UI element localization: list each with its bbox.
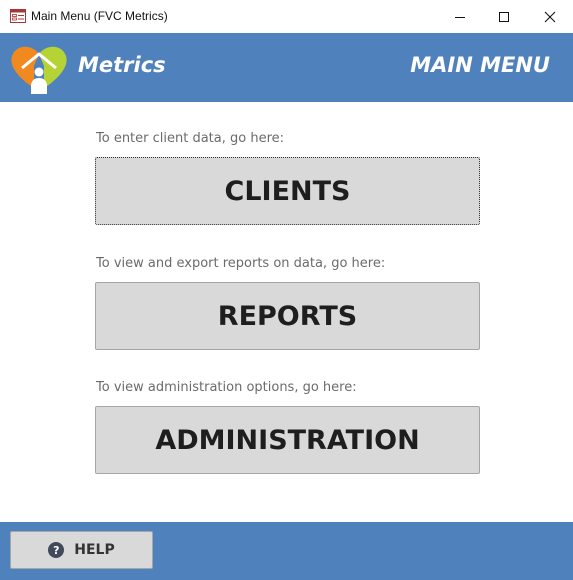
clients-prompt: To enter client data, go here:	[96, 131, 285, 146]
help-button[interactable]: ? HELP	[10, 531, 153, 569]
header-bar: Metrics MAIN MENU	[0, 33, 573, 102]
form-icon	[10, 9, 26, 23]
close-button[interactable]	[527, 0, 573, 33]
window-title: Main Menu (FVC Metrics)	[31, 9, 168, 23]
page-title: MAIN MENU	[410, 53, 550, 77]
administration-button[interactable]: ADMINISTRATION	[95, 406, 480, 474]
question-circle-icon: ?	[48, 542, 65, 558]
house-heart-logo	[11, 46, 67, 94]
app-name: Metrics	[78, 53, 166, 77]
minimize-icon	[455, 16, 465, 18]
maximize-button[interactable]	[481, 0, 527, 33]
maximize-icon	[499, 11, 509, 22]
close-icon	[544, 11, 556, 22]
window-titlebar: Main Menu (FVC Metrics)	[0, 0, 573, 33]
reports-prompt: To view and export reports on data, go h…	[96, 256, 386, 271]
reports-button[interactable]: REPORTS	[95, 282, 480, 350]
footer-bar: ? HELP	[0, 522, 573, 580]
clients-button[interactable]: CLIENTS	[95, 157, 480, 225]
administration-prompt: To view administration options, go here:	[96, 380, 357, 395]
help-label: HELP	[74, 542, 115, 558]
minimize-button[interactable]	[437, 0, 483, 33]
